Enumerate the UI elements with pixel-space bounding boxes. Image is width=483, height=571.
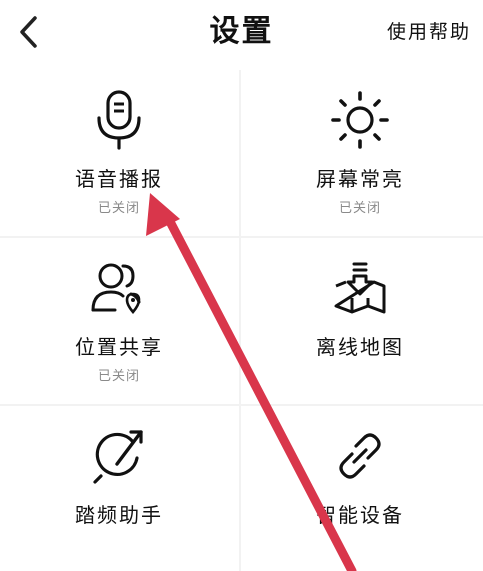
tile-label: 语音播报 bbox=[75, 167, 163, 191]
tile-smart-devices[interactable]: 智能设备 bbox=[241, 406, 479, 571]
tile-label: 位置共享 bbox=[75, 335, 163, 359]
tile-offline-map[interactable]: 离线地图 bbox=[241, 238, 479, 404]
tile-cadence-assistant[interactable]: 踏频助手 bbox=[0, 406, 238, 571]
user-location-icon bbox=[87, 256, 151, 320]
header-bar: 设置 使用帮助 bbox=[0, 0, 483, 66]
tile-status: 已关闭 bbox=[338, 201, 381, 216]
cadence-dial-icon bbox=[87, 424, 151, 488]
tile-label: 智能设备 bbox=[316, 503, 404, 527]
tile-voice-broadcast[interactable]: 语音播报 已关闭 bbox=[0, 70, 238, 236]
help-link[interactable]: 使用帮助 bbox=[387, 18, 471, 46]
tile-status: 已关闭 bbox=[97, 201, 140, 216]
tile-status: 已关闭 bbox=[97, 369, 140, 384]
link-icon bbox=[328, 424, 392, 488]
settings-grid: 语音播报 已关闭 屏幕常亮 已关闭 位置共享 已关闭 离线地图 踏频助手 智能设… bbox=[0, 70, 483, 571]
tile-label: 踏频助手 bbox=[75, 503, 163, 527]
map-download-icon bbox=[328, 256, 392, 320]
microphone-icon bbox=[87, 88, 151, 152]
tile-location-sharing[interactable]: 位置共享 已关闭 bbox=[0, 238, 238, 404]
tile-screen-always-on[interactable]: 屏幕常亮 已关闭 bbox=[241, 70, 479, 236]
tile-label: 屏幕常亮 bbox=[316, 167, 404, 191]
settings-screen: 设置 使用帮助 语音播报 已关闭 屏幕常亮 已关闭 位置共享 已关闭 离线地图 … bbox=[0, 0, 483, 571]
tile-label: 离线地图 bbox=[316, 335, 404, 359]
sun-icon bbox=[328, 88, 392, 152]
